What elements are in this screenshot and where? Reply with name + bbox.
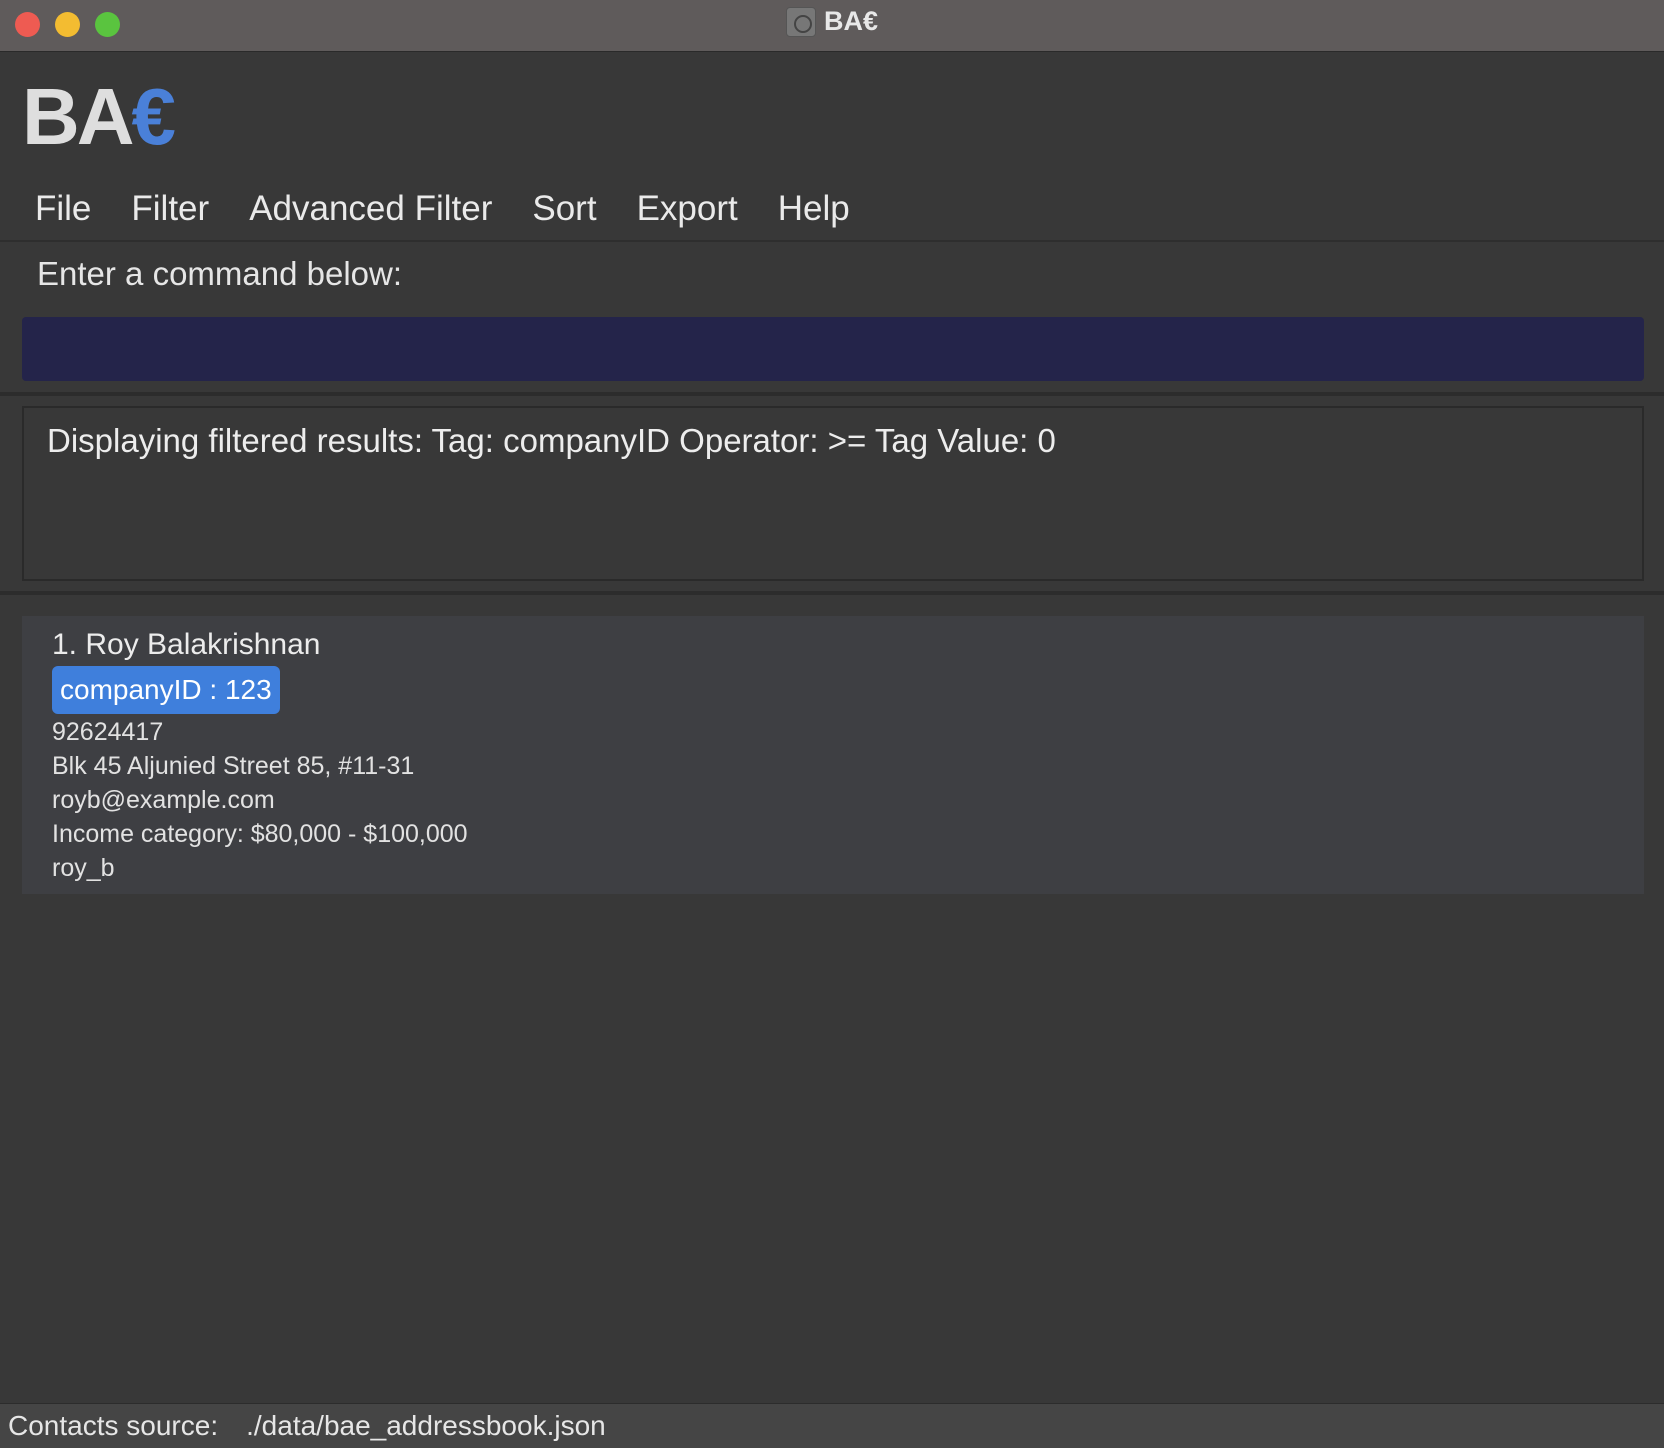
contact-tag: companyID : 123	[52, 666, 280, 714]
divider	[0, 392, 1664, 396]
command-input[interactable]	[22, 317, 1644, 381]
menu-bar: File Filter Advanced Filter Sort Export …	[0, 178, 1664, 242]
window-title-group: BA€	[0, 6, 1664, 37]
menu-export[interactable]: Export	[637, 189, 738, 229]
contact-email: royb@example.com	[52, 786, 275, 814]
menu-filter[interactable]: Filter	[131, 189, 209, 229]
contact-name: 1. Roy Balakrishnan	[52, 628, 321, 661]
contact-income: Income category: $80,000 - $100,000	[52, 820, 468, 848]
logo-text: BA	[22, 72, 135, 161]
title-bar: BA€	[0, 0, 1664, 52]
contact-phone: 92624417	[52, 718, 164, 746]
app-logo: BA€	[22, 72, 176, 162]
command-label: Enter a command below:	[37, 255, 403, 292]
menu-file[interactable]: File	[35, 189, 91, 229]
menu-help[interactable]: Help	[778, 189, 850, 229]
contact-address: Blk 45 Aljunied Street 85, #11-31	[52, 752, 415, 780]
contact-card[interactable]: 1. Roy Balakrishnan companyID : 123 9262…	[22, 616, 1644, 894]
contacts-source-path: ./data/bae_addressbook.json	[246, 1410, 606, 1441]
divider	[0, 591, 1664, 595]
status-bar: Contacts source: ./data/bae_addressbook.…	[0, 1403, 1664, 1448]
logo-euro-symbol: €	[131, 72, 176, 161]
contacts-source-label: Contacts source:	[8, 1410, 219, 1441]
result-display: Displaying filtered results: Tag: compan…	[22, 406, 1644, 581]
menu-sort[interactable]: Sort	[532, 189, 596, 229]
app-icon	[785, 6, 816, 37]
contact-handle: roy_b	[52, 854, 115, 882]
result-message: Displaying filtered results: Tag: compan…	[47, 422, 1056, 459]
menu-advanced-filter[interactable]: Advanced Filter	[249, 189, 492, 229]
app-window: BA€ BA€ File Filter Advanced Filter Sort…	[0, 0, 1664, 1448]
window-title: BA€	[823, 6, 878, 36]
